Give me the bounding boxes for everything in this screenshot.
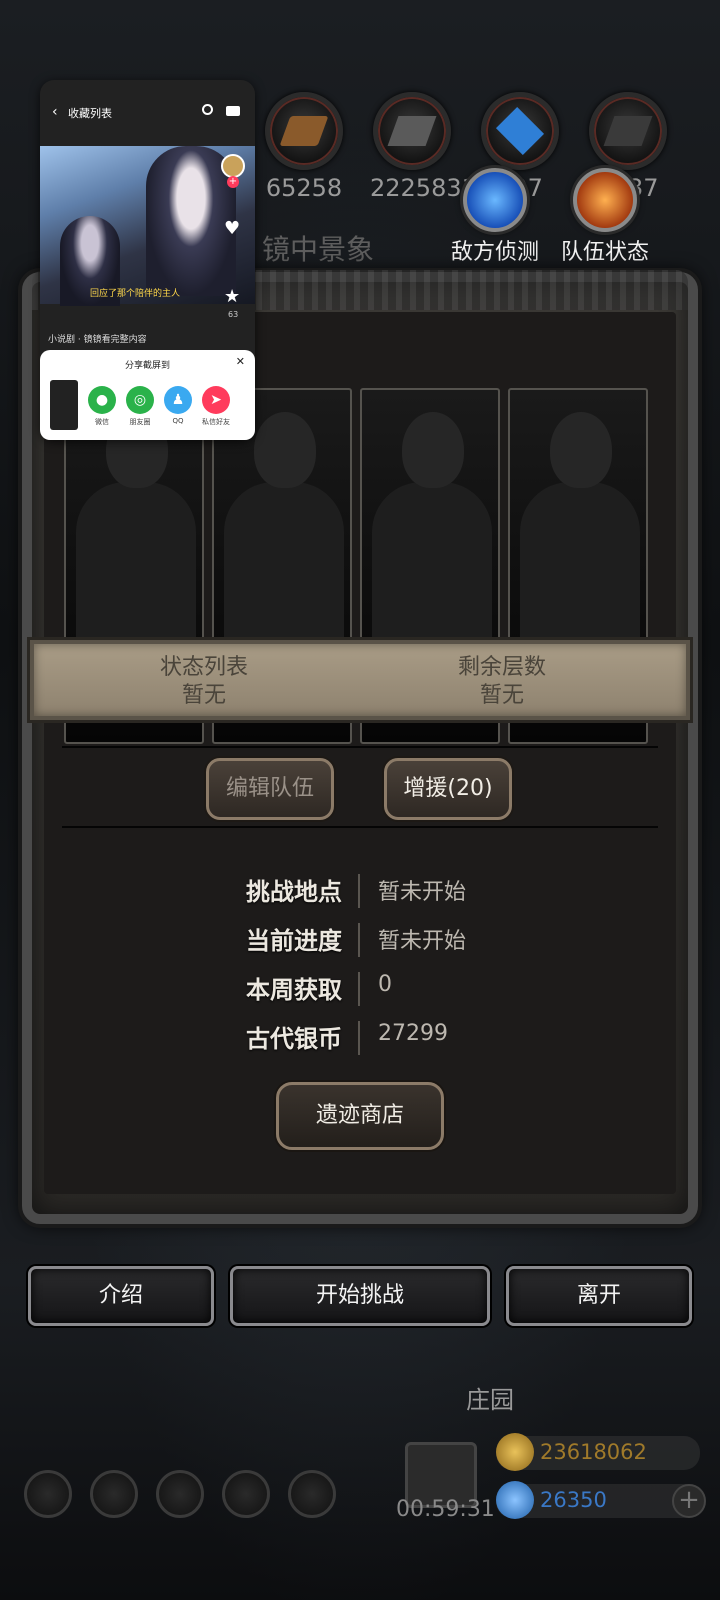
info-value: 27299 (378, 1021, 448, 1046)
floating-window-title: 收藏列表 (68, 107, 112, 120)
star-icon[interactable]: ★ (224, 286, 240, 307)
edit-team-button[interactable]: 编辑队伍 (206, 758, 334, 820)
team-status-button[interactable]: 队伍状态 (550, 168, 660, 266)
start-challenge-button[interactable]: 开始挑战 (230, 1266, 490, 1326)
status-list-header: 状态列表 (159, 655, 248, 680)
enemy-detect-button[interactable]: 敌方侦测 (440, 168, 550, 266)
info-label: 古代银币 (246, 1025, 342, 1053)
silhouette-icon (372, 482, 492, 642)
info-label: 挑战地点 (246, 878, 342, 906)
share-option-qq[interactable]: ♟ QQ (158, 386, 198, 425)
info-value: 0 (378, 972, 392, 997)
gold-currency: 23618062 (496, 1433, 700, 1471)
star-count: 63 (228, 310, 239, 319)
silhouette-icon (224, 482, 344, 642)
gem-value: 26350 (540, 1488, 607, 1512)
share-option-label: QQ (172, 417, 184, 425)
blue-gem-icon (496, 1481, 534, 1519)
intro-button[interactable]: 介绍 (28, 1266, 214, 1326)
reinforce-button[interactable]: 增援(20) (384, 758, 512, 820)
search-icon[interactable] (202, 104, 213, 115)
share-option-label: 朋友圈 (129, 418, 151, 426)
wood-plank-icon (265, 92, 343, 170)
menu-icon[interactable] (226, 106, 240, 116)
mail-icon[interactable] (222, 1470, 270, 1518)
iron-ingot-icon (373, 92, 451, 170)
qq-icon: ♟ (164, 386, 192, 414)
fire-burst-icon (573, 168, 637, 232)
gem-currency: 26350 (496, 1481, 700, 1519)
share-sheet: 分享截屏到 ✕ ● 微信 ◎ 朋友圈 ♟ QQ ➤ 私信好友 (40, 350, 255, 440)
remaining-floors-value: 暂无 (479, 683, 524, 708)
info-value: 暂未开始 (378, 929, 467, 954)
moments-icon: ◎ (126, 386, 154, 414)
screenshot-thumbnail (50, 380, 78, 430)
castle-icon[interactable] (156, 1470, 204, 1518)
back-icon[interactable]: ‹ (52, 104, 58, 120)
radar-icon (463, 168, 527, 232)
video-author: 小说剧 · 镜镜看完整内容 (48, 335, 147, 345)
status-list: 状态列表 暂无 (84, 654, 324, 710)
close-icon[interactable]: ✕ (236, 355, 245, 368)
handshake-icon[interactable] (288, 1470, 336, 1518)
share-option-wechat[interactable]: ● 微信 (82, 386, 122, 427)
team-status-label: 队伍状态 (560, 240, 649, 265)
silhouette-icon (520, 482, 640, 642)
send-icon: ➤ (202, 386, 230, 414)
info-row-weekly: 本周获取 0 (0, 970, 720, 1010)
settings-icon[interactable] (24, 1470, 72, 1518)
info-value: 暂未开始 (378, 880, 467, 905)
silhouette-icon (76, 482, 196, 642)
video-caption: 回应了那个陪伴的主人 (90, 289, 181, 299)
status-list-value: 暂无 (181, 683, 226, 708)
remaining-floors: 剩余层数 暂无 (382, 654, 622, 710)
share-option-label: 微信 (95, 418, 109, 426)
status-band: 状态列表 暂无 剩余层数 暂无 (30, 640, 690, 720)
floating-window-header: ‹ 收藏列表 (40, 80, 255, 146)
share-option-dm[interactable]: ➤ 私信好友 (196, 386, 236, 427)
share-option-moments[interactable]: ◎ 朋友圈 (120, 386, 160, 427)
wechat-icon: ● (88, 386, 116, 414)
heart-icon[interactable]: ♥ (224, 218, 240, 239)
resource-value: 65258 (265, 174, 343, 202)
ruins-shop-button[interactable]: 遗迹商店 (276, 1082, 444, 1150)
info-label: 当前进度 (246, 927, 342, 955)
manor-label: 庄园 (466, 1386, 514, 1414)
enemy-detect-label: 敌方侦测 (450, 240, 539, 265)
info-row-progress: 当前进度 暂未开始 (0, 921, 720, 961)
divider (62, 826, 658, 828)
gift-timer: 00:59:31 (396, 1497, 495, 1522)
plus-icon[interactable]: + (672, 1484, 706, 1518)
share-title: 分享截屏到 (124, 361, 170, 371)
blue-crystal-icon (481, 92, 559, 170)
star-emblem-icon[interactable] (90, 1470, 138, 1518)
remaining-floors-header: 剩余层数 (457, 655, 546, 680)
dark-ingot-icon (589, 92, 667, 170)
resource-wood[interactable]: 65258 (262, 92, 346, 202)
divider (62, 746, 658, 748)
gold-coin-icon (496, 1433, 534, 1471)
scene-title: 镜中景象 (262, 233, 375, 266)
leave-button[interactable]: 离开 (506, 1266, 692, 1326)
video-thumbnail[interactable]: 回应了那个陪伴的主人 + ♥ ★ (40, 146, 255, 307)
info-row-location: 挑战地点 暂未开始 (0, 872, 720, 912)
info-row-silver: 古代银币 27299 (0, 1019, 720, 1059)
follow-plus-icon[interactable]: + (227, 176, 239, 188)
share-option-label: 私信好友 (202, 418, 230, 426)
avatar[interactable] (221, 154, 245, 178)
info-label: 本周获取 (246, 976, 342, 1004)
gold-value: 23618062 (540, 1440, 647, 1464)
